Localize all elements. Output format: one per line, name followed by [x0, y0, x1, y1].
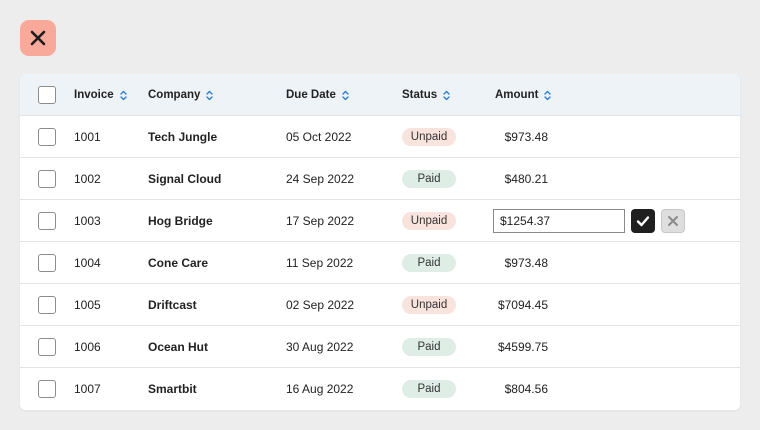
close-icon	[30, 30, 46, 46]
select-all-checkbox[interactable]	[38, 86, 56, 104]
status-badge: Paid	[402, 338, 456, 356]
due-date: 24 Sep 2022	[286, 172, 355, 186]
amount-value: $7094.45	[497, 298, 548, 312]
table-row: 1003 Hog Bridge 17 Sep 2022 Unpaid	[20, 200, 740, 242]
row-checkbox[interactable]	[38, 128, 56, 146]
sort-chevrons-icon[interactable]	[119, 90, 127, 101]
close-button[interactable]	[20, 20, 56, 56]
company-name: Hog Bridge	[148, 214, 213, 228]
sort-chevrons-icon[interactable]	[206, 90, 214, 101]
status-badge: Unpaid	[402, 212, 456, 230]
status-badge: Unpaid	[402, 128, 456, 146]
invoice-number: 1001	[74, 130, 101, 144]
status-badge: Unpaid	[402, 296, 456, 314]
amount-value: $973.48	[504, 130, 548, 144]
table-row: 1007 Smartbit 16 Aug 2022 Paid $804.56	[20, 368, 740, 410]
invoice-number: 1005	[74, 298, 101, 312]
company-name: Driftcast	[148, 298, 197, 312]
due-date: 11 Sep 2022	[286, 256, 354, 270]
table-header: Invoice Company Due Date Status Amount	[20, 74, 740, 116]
company-name: Smartbit	[148, 382, 197, 396]
status-badge: Paid	[402, 170, 456, 188]
column-header-status[interactable]: Status	[402, 74, 450, 116]
column-header-invoice[interactable]: Invoice	[74, 74, 127, 116]
due-date: 17 Sep 2022	[286, 214, 355, 228]
due-date: 02 Sep 2022	[286, 298, 355, 312]
cancel-edit-button[interactable]	[661, 209, 685, 233]
table-row: 1001 Tech Jungle 05 Oct 2022 Unpaid $973.48	[20, 116, 740, 158]
table-row: 1002 Signal Cloud 24 Sep 2022 Paid $480.21	[20, 158, 740, 200]
company-name: Cone Care	[148, 256, 209, 270]
close-icon	[668, 216, 678, 226]
row-checkbox[interactable]	[38, 170, 56, 188]
due-date: 30 Aug 2022	[286, 340, 354, 354]
company-name: Ocean Hut	[148, 340, 209, 354]
amount-edit-input[interactable]	[493, 209, 625, 233]
row-checkbox[interactable]	[38, 254, 56, 272]
amount-value: $4599.75	[497, 340, 548, 354]
sort-chevrons-icon[interactable]	[544, 90, 552, 101]
table-row: 1006 Ocean Hut 30 Aug 2022 Paid $4599.75	[20, 326, 740, 368]
invoice-table: Invoice Company Due Date Status Amount 1…	[20, 74, 740, 410]
status-badge: Paid	[402, 380, 456, 398]
invoice-number: 1007	[74, 382, 101, 396]
invoice-number: 1004	[74, 256, 101, 270]
amount-value: $480.21	[504, 172, 548, 186]
amount-value: $973.48	[504, 256, 548, 270]
table-row: 1004 Cone Care 11 Sep 2022 Paid $973.48	[20, 242, 740, 284]
company-name: Signal Cloud	[148, 172, 222, 186]
column-header-due-date[interactable]: Due Date	[286, 74, 349, 116]
due-date: 05 Oct 2022	[286, 130, 352, 144]
row-checkbox[interactable]	[38, 296, 56, 314]
invoice-number: 1006	[74, 340, 101, 354]
table-row: 1005 Driftcast 02 Sep 2022 Unpaid $7094.45	[20, 284, 740, 326]
column-header-company[interactable]: Company	[148, 74, 214, 116]
sort-chevrons-icon[interactable]	[443, 90, 450, 101]
sort-chevrons-icon[interactable]	[342, 90, 349, 101]
company-name: Tech Jungle	[148, 130, 218, 144]
invoice-number: 1003	[74, 214, 101, 228]
amount-value: $804.56	[504, 382, 548, 396]
column-header-amount[interactable]: Amount	[495, 74, 552, 116]
due-date: 16 Aug 2022	[286, 382, 354, 396]
check-icon	[636, 216, 650, 227]
row-checkbox[interactable]	[38, 338, 56, 356]
row-checkbox[interactable]	[38, 380, 56, 398]
row-checkbox[interactable]	[38, 212, 56, 230]
status-badge: Paid	[402, 254, 456, 272]
confirm-edit-button[interactable]	[631, 209, 655, 233]
invoice-number: 1002	[74, 172, 101, 186]
